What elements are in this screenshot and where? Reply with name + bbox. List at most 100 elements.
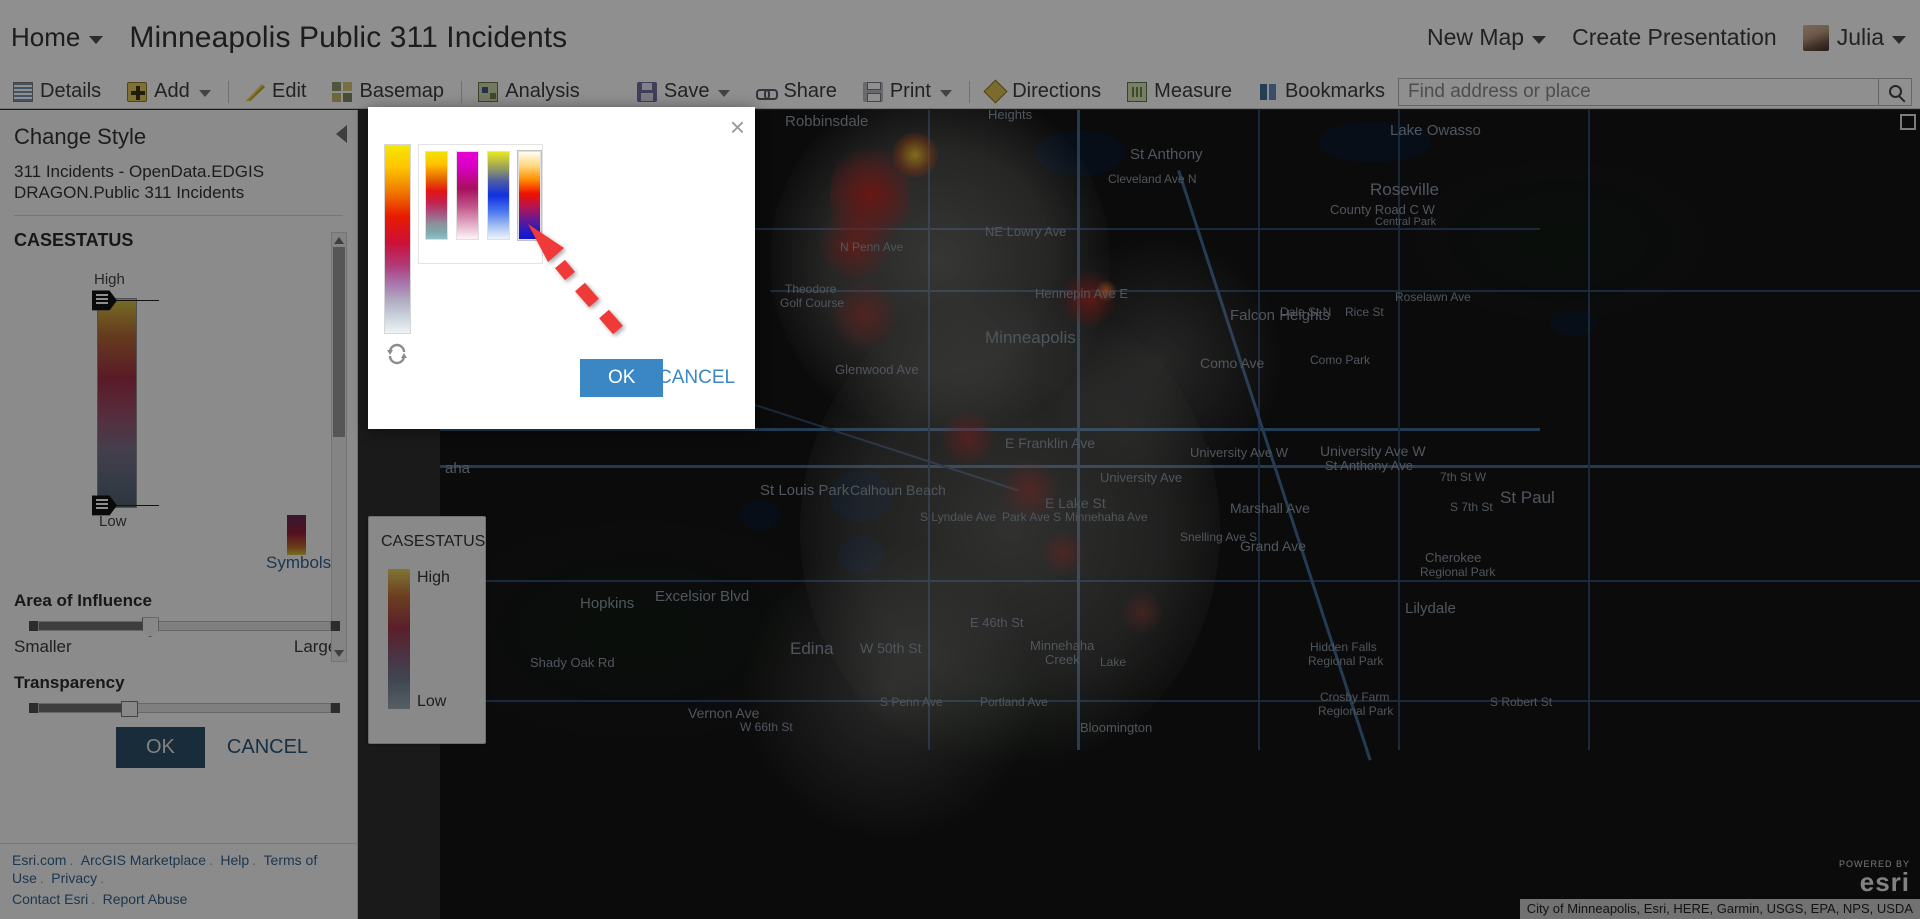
- toolbar-directions-button[interactable]: Directions: [973, 75, 1114, 109]
- toolbar-save-label: Save: [663, 80, 710, 102]
- map-label: E Franklin Ave: [1005, 435, 1096, 451]
- ramp-option-list[interactable]: [418, 144, 543, 264]
- footer-link-esri-com[interactable]: Esri.com: [12, 852, 66, 868]
- modal-cancel-button[interactable]: CANCEL: [658, 367, 735, 389]
- map-label: Shady Oak Rd: [530, 655, 615, 670]
- toolbar-add-label: Add: [154, 80, 190, 102]
- user-name-label: Julia: [1836, 24, 1884, 50]
- scroll-down-icon[interactable]: [334, 650, 344, 657]
- transparency-label: Transparency: [14, 673, 125, 693]
- footer-link-contact-esri[interactable]: Contact Esri: [12, 891, 88, 907]
- ramp-option-magenta-pink-white[interactable]: [456, 151, 479, 240]
- map-label: Robbinsdale: [785, 113, 869, 130]
- map-label: E 46th St: [970, 615, 1024, 630]
- analysis-icon: [478, 81, 499, 102]
- expand-map-icon[interactable]: [1900, 114, 1916, 130]
- toolbar-share-label: Share: [783, 80, 837, 102]
- toolbar-measure-button[interactable]: Measure: [1114, 75, 1245, 109]
- map-label: Golf Course: [780, 296, 845, 310]
- footer-link-privacy[interactable]: Privacy: [51, 870, 97, 886]
- map-label: Lilydale: [1405, 600, 1456, 617]
- scroll-up-icon[interactable]: [334, 237, 344, 244]
- footer-links-row-1: Esri.com. ArcGIS Marketplace. Help. Term…: [12, 852, 318, 886]
- footer-link-report-abuse[interactable]: Report Abuse: [103, 891, 188, 907]
- reset-icon[interactable]: [385, 342, 409, 366]
- legend-low-label: Low: [417, 693, 447, 710]
- ramp-option-yellow-blue-white[interactable]: [487, 151, 510, 240]
- reset-arrows-icon: [387, 343, 407, 365]
- slider-end-labels: Smaller Larger: [14, 637, 343, 657]
- transparency-group: Transparency: [14, 673, 343, 718]
- search-input[interactable]: [1398, 77, 1878, 106]
- heat-hotspot: [892, 132, 938, 178]
- chevron-down-icon: [1532, 35, 1547, 44]
- toolbar-print-label: Print: [889, 80, 931, 102]
- legend-title: CASESTATUS: [381, 533, 486, 550]
- map-label: S Robert St: [1490, 695, 1553, 709]
- search-button[interactable]: [1878, 77, 1912, 106]
- toolbar-bookmarks-button[interactable]: Bookmarks: [1245, 75, 1398, 109]
- page-title: Minneapolis Public 311 Incidents: [129, 20, 568, 54]
- ramp-option-yellow-orange-red-teal[interactable]: [425, 151, 448, 240]
- user-menu-button[interactable]: Julia: [1802, 24, 1906, 51]
- ramp-option-white-orange-red-blue[interactable]: [517, 150, 542, 241]
- close-icon[interactable]: ×: [730, 114, 745, 140]
- toolbar-analysis-button[interactable]: Analysis: [465, 75, 592, 109]
- symbols-swatch[interactable]: [287, 515, 306, 556]
- toolbar-basemap-button[interactable]: Basemap: [319, 75, 457, 109]
- map-label: Calhoun Beach: [850, 482, 946, 498]
- toolbar-edit-button[interactable]: Edit: [232, 75, 319, 109]
- slider-knob[interactable]: [141, 617, 159, 638]
- basemap-icon: [332, 81, 353, 102]
- symbols-link[interactable]: Symbols: [266, 553, 331, 573]
- toolbar-print-button[interactable]: Print: [850, 75, 965, 109]
- slider-knob[interactable]: [121, 701, 139, 718]
- panel-ok-button[interactable]: OK: [116, 727, 205, 769]
- header-actions: New Map Create Presentation Julia: [1427, 24, 1906, 51]
- new-map-label: New Map: [1426, 24, 1525, 50]
- map-label: County Road C W: [1330, 202, 1435, 217]
- transparency-slider[interactable]: [29, 701, 340, 718]
- footer-link-help[interactable]: Help: [220, 852, 249, 868]
- scrollbar-thumb[interactable]: [333, 247, 345, 437]
- search-icon: [1888, 85, 1902, 98]
- map-label: Hidden Falls: [1310, 640, 1377, 654]
- heat-hotspot: [940, 410, 996, 466]
- area-of-influence-slider[interactable]: [29, 617, 340, 638]
- map-label: S Penn Ave: [880, 695, 943, 709]
- map-label: Bloomington: [1080, 720, 1153, 735]
- layer-name-label: 311 Incidents - OpenData.EDGIS DRAGON.Pu…: [14, 162, 265, 202]
- area-of-influence-label: Area of Influence: [14, 591, 152, 611]
- toolbar-share-button[interactable]: Share: [743, 75, 849, 109]
- new-map-button[interactable]: New Map: [1426, 24, 1547, 51]
- footer-link-marketplace[interactable]: ArcGIS Marketplace: [81, 852, 206, 868]
- change-style-panel: Change Style 311 Incidents - OpenData.ED…: [0, 110, 358, 919]
- map-label: W 50th St: [860, 640, 922, 656]
- add-icon: [127, 81, 148, 102]
- map-label: Crosby Farm: [1320, 690, 1390, 704]
- panel-cancel-button[interactable]: CANCEL: [227, 736, 308, 759]
- toolbar-details-button[interactable]: Details: [0, 75, 114, 109]
- ramp-gradient-bar: [97, 298, 137, 509]
- toolbar-add-button[interactable]: Add: [114, 75, 224, 109]
- measure-icon: [1127, 81, 1148, 102]
- toolbar-save-button[interactable]: Save: [624, 75, 744, 109]
- modal-ok-button[interactable]: OK: [580, 359, 664, 397]
- heat-blob: [740, 540, 1040, 840]
- map-label: Theodore: [785, 282, 837, 296]
- ramp-preview: [384, 144, 411, 334]
- search-area: [1398, 77, 1912, 106]
- map-label: Como Ave: [1200, 355, 1265, 371]
- create-presentation-button[interactable]: Create Presentation: [1572, 24, 1777, 51]
- map-label: St Anthony Ave: [1325, 458, 1413, 473]
- map-label: N Penn Ave: [840, 240, 904, 254]
- home-menu-button[interactable]: Home: [11, 22, 104, 53]
- map-label: Minnehaha: [1030, 638, 1095, 653]
- directions-icon: [983, 79, 1008, 104]
- panel-scrollbar[interactable]: [331, 232, 347, 662]
- map-label: University Ave: [1100, 470, 1183, 485]
- collapse-panel-icon[interactable]: [336, 125, 347, 143]
- map-label: Cherokee: [1425, 550, 1482, 565]
- legend-high-label: High: [417, 569, 450, 586]
- details-icon: [13, 81, 33, 102]
